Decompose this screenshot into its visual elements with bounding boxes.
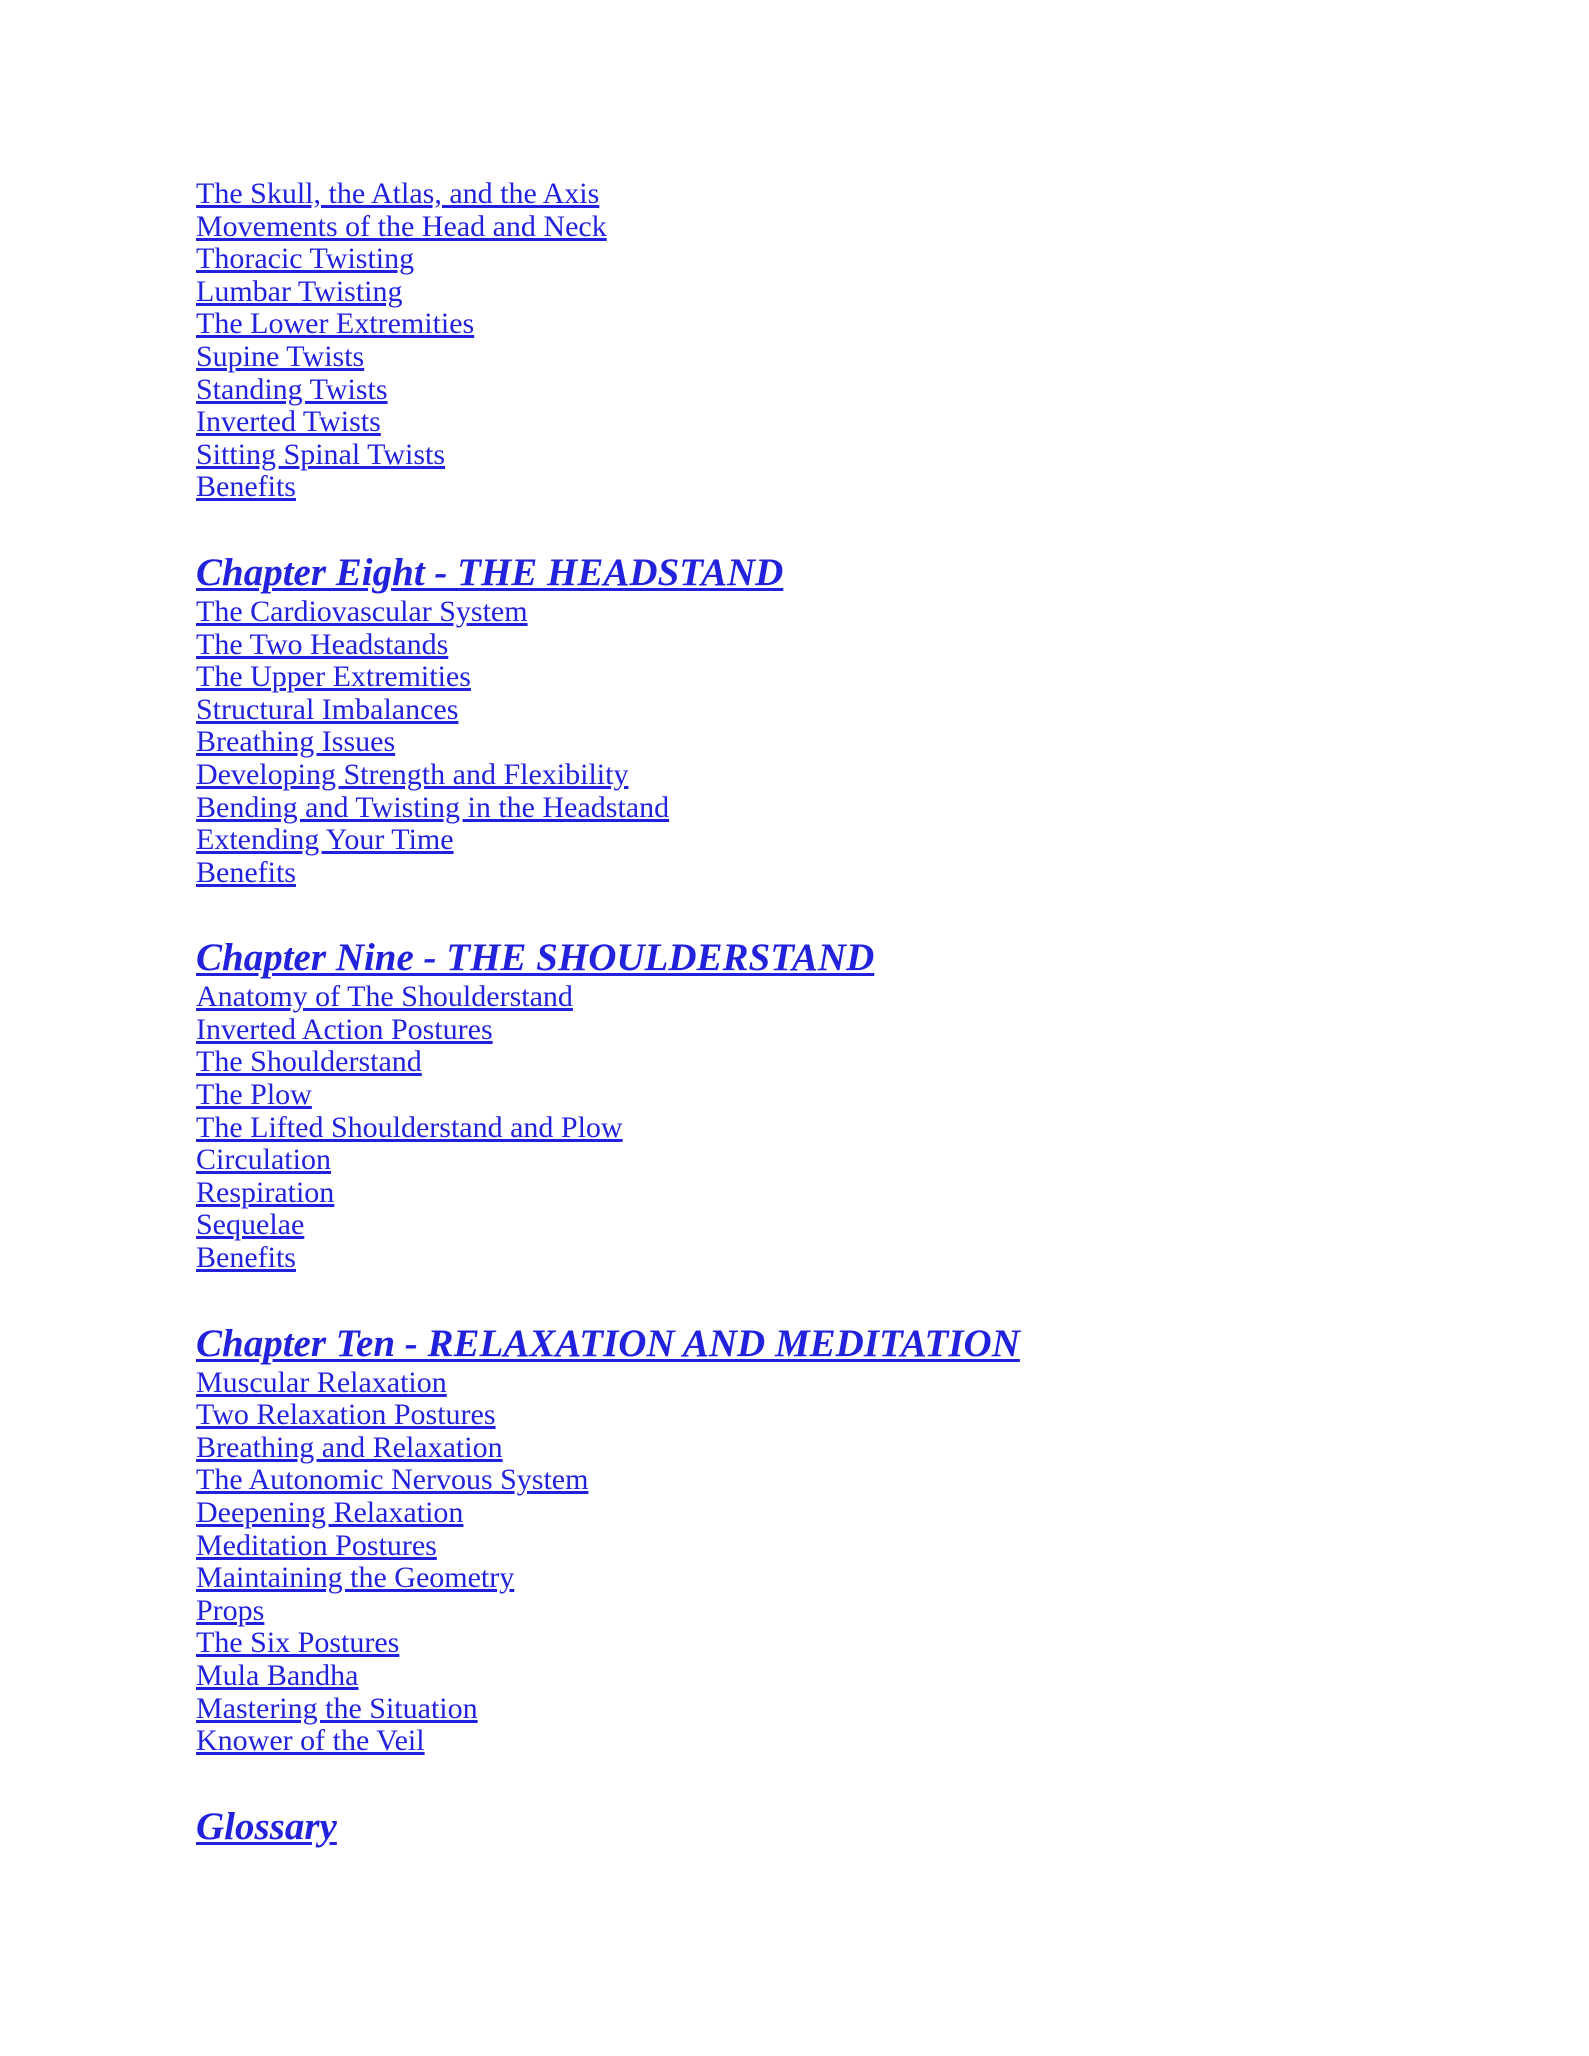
toc-entry[interactable]: The Skull, the Atlas, and the Axis	[196, 177, 599, 211]
toc-entry[interactable]: Benefits	[196, 471, 296, 504]
toc-entry[interactable]: Mula Bandha	[196, 1659, 358, 1693]
toc-entry[interactable]: Bending and Twisting in the Headstand	[196, 791, 669, 825]
toc-entry[interactable]: The Shoulderstand	[196, 1046, 422, 1079]
toc-entry[interactable]: The Six Postures	[196, 1627, 399, 1660]
toc-entry[interactable]: The Upper Extremities	[196, 661, 471, 694]
glossary-section: Glossary	[196, 1804, 1396, 1850]
toc-entry[interactable]: Circulation	[196, 1144, 331, 1177]
toc-entry[interactable]: Respiration	[196, 1176, 334, 1210]
toc-entry[interactable]: The Two Headstands	[196, 628, 448, 662]
toc-entry[interactable]: The Lower Extremities	[196, 308, 474, 341]
toc-entry[interactable]: The Plow	[196, 1078, 312, 1112]
toc-entry[interactable]: Props	[196, 1594, 264, 1628]
toc-entry[interactable]: Extending Your Time	[196, 823, 454, 857]
toc-entry[interactable]: The Lifted Shoulderstand and Plow	[196, 1111, 623, 1145]
chapter-ten-section: Chapter Ten - RELAXATION AND MEDITATION …	[196, 1321, 1396, 1758]
chapter-heading-ten[interactable]: Chapter Ten - RELAXATION AND MEDITATION	[196, 1321, 1020, 1367]
toc-entry[interactable]: Movements of the Head and Neck	[196, 210, 607, 244]
toc-entry[interactable]: The Autonomic Nervous System	[196, 1464, 588, 1497]
toc-entry[interactable]: Inverted Action Postures	[196, 1013, 493, 1047]
glossary-heading[interactable]: Glossary	[196, 1804, 337, 1850]
toc-entry[interactable]: Thoracic Twisting	[196, 243, 414, 276]
toc-entry[interactable]: Sequelae	[196, 1209, 304, 1242]
toc-entry[interactable]: Structural Imbalances	[196, 693, 458, 727]
chapter-eight-section: Chapter Eight - THE HEADSTAND The Cardio…	[196, 550, 1396, 889]
toc-entry[interactable]: Muscular Relaxation	[196, 1366, 447, 1400]
toc-entry[interactable]: Deepening Relaxation	[196, 1496, 463, 1530]
toc-entry[interactable]: Maintaining the Geometry	[196, 1562, 514, 1595]
toc-entry[interactable]: Supine Twists	[196, 340, 364, 374]
toc-entry[interactable]: Standing Twists	[196, 373, 388, 407]
toc-entry[interactable]: Meditation Postures	[196, 1529, 437, 1563]
toc-entry[interactable]: Sitting Spinal Twists	[196, 438, 445, 472]
table-of-contents: The Skull, the Atlas, and the Axis Movem…	[196, 177, 1396, 1850]
document-page: The Skull, the Atlas, and the Axis Movem…	[0, 0, 1589, 2056]
toc-entry[interactable]: Two Relaxation Postures	[196, 1399, 496, 1432]
toc-entry[interactable]: Benefits	[196, 1241, 296, 1275]
toc-entry[interactable]: Breathing Issues	[196, 726, 395, 759]
toc-entry[interactable]: The Cardiovascular System	[196, 595, 528, 629]
chapter-heading-nine[interactable]: Chapter Nine - THE SHOULDERSTAND	[196, 935, 874, 981]
chapter-heading-eight[interactable]: Chapter Eight - THE HEADSTAND	[196, 550, 783, 596]
toc-entry[interactable]: Lumbar Twisting	[196, 275, 403, 309]
toc-entry[interactable]: Inverted Twists	[196, 406, 381, 439]
toc-entry[interactable]: Breathing and Relaxation	[196, 1431, 503, 1465]
toc-entry[interactable]: Knower of the Veil	[196, 1725, 425, 1758]
toc-entry[interactable]: Benefits	[196, 856, 296, 890]
chapter-nine-section: Chapter Nine - THE SHOULDERSTAND Anatomy…	[196, 935, 1396, 1274]
continued-chapter-entries: The Skull, the Atlas, and the Axis Movem…	[196, 177, 1396, 504]
toc-entry[interactable]: Mastering the Situation	[196, 1692, 478, 1726]
toc-entry[interactable]: Developing Strength and Flexibility	[196, 758, 628, 792]
toc-entry[interactable]: Anatomy of The Shoulderstand	[196, 981, 573, 1014]
